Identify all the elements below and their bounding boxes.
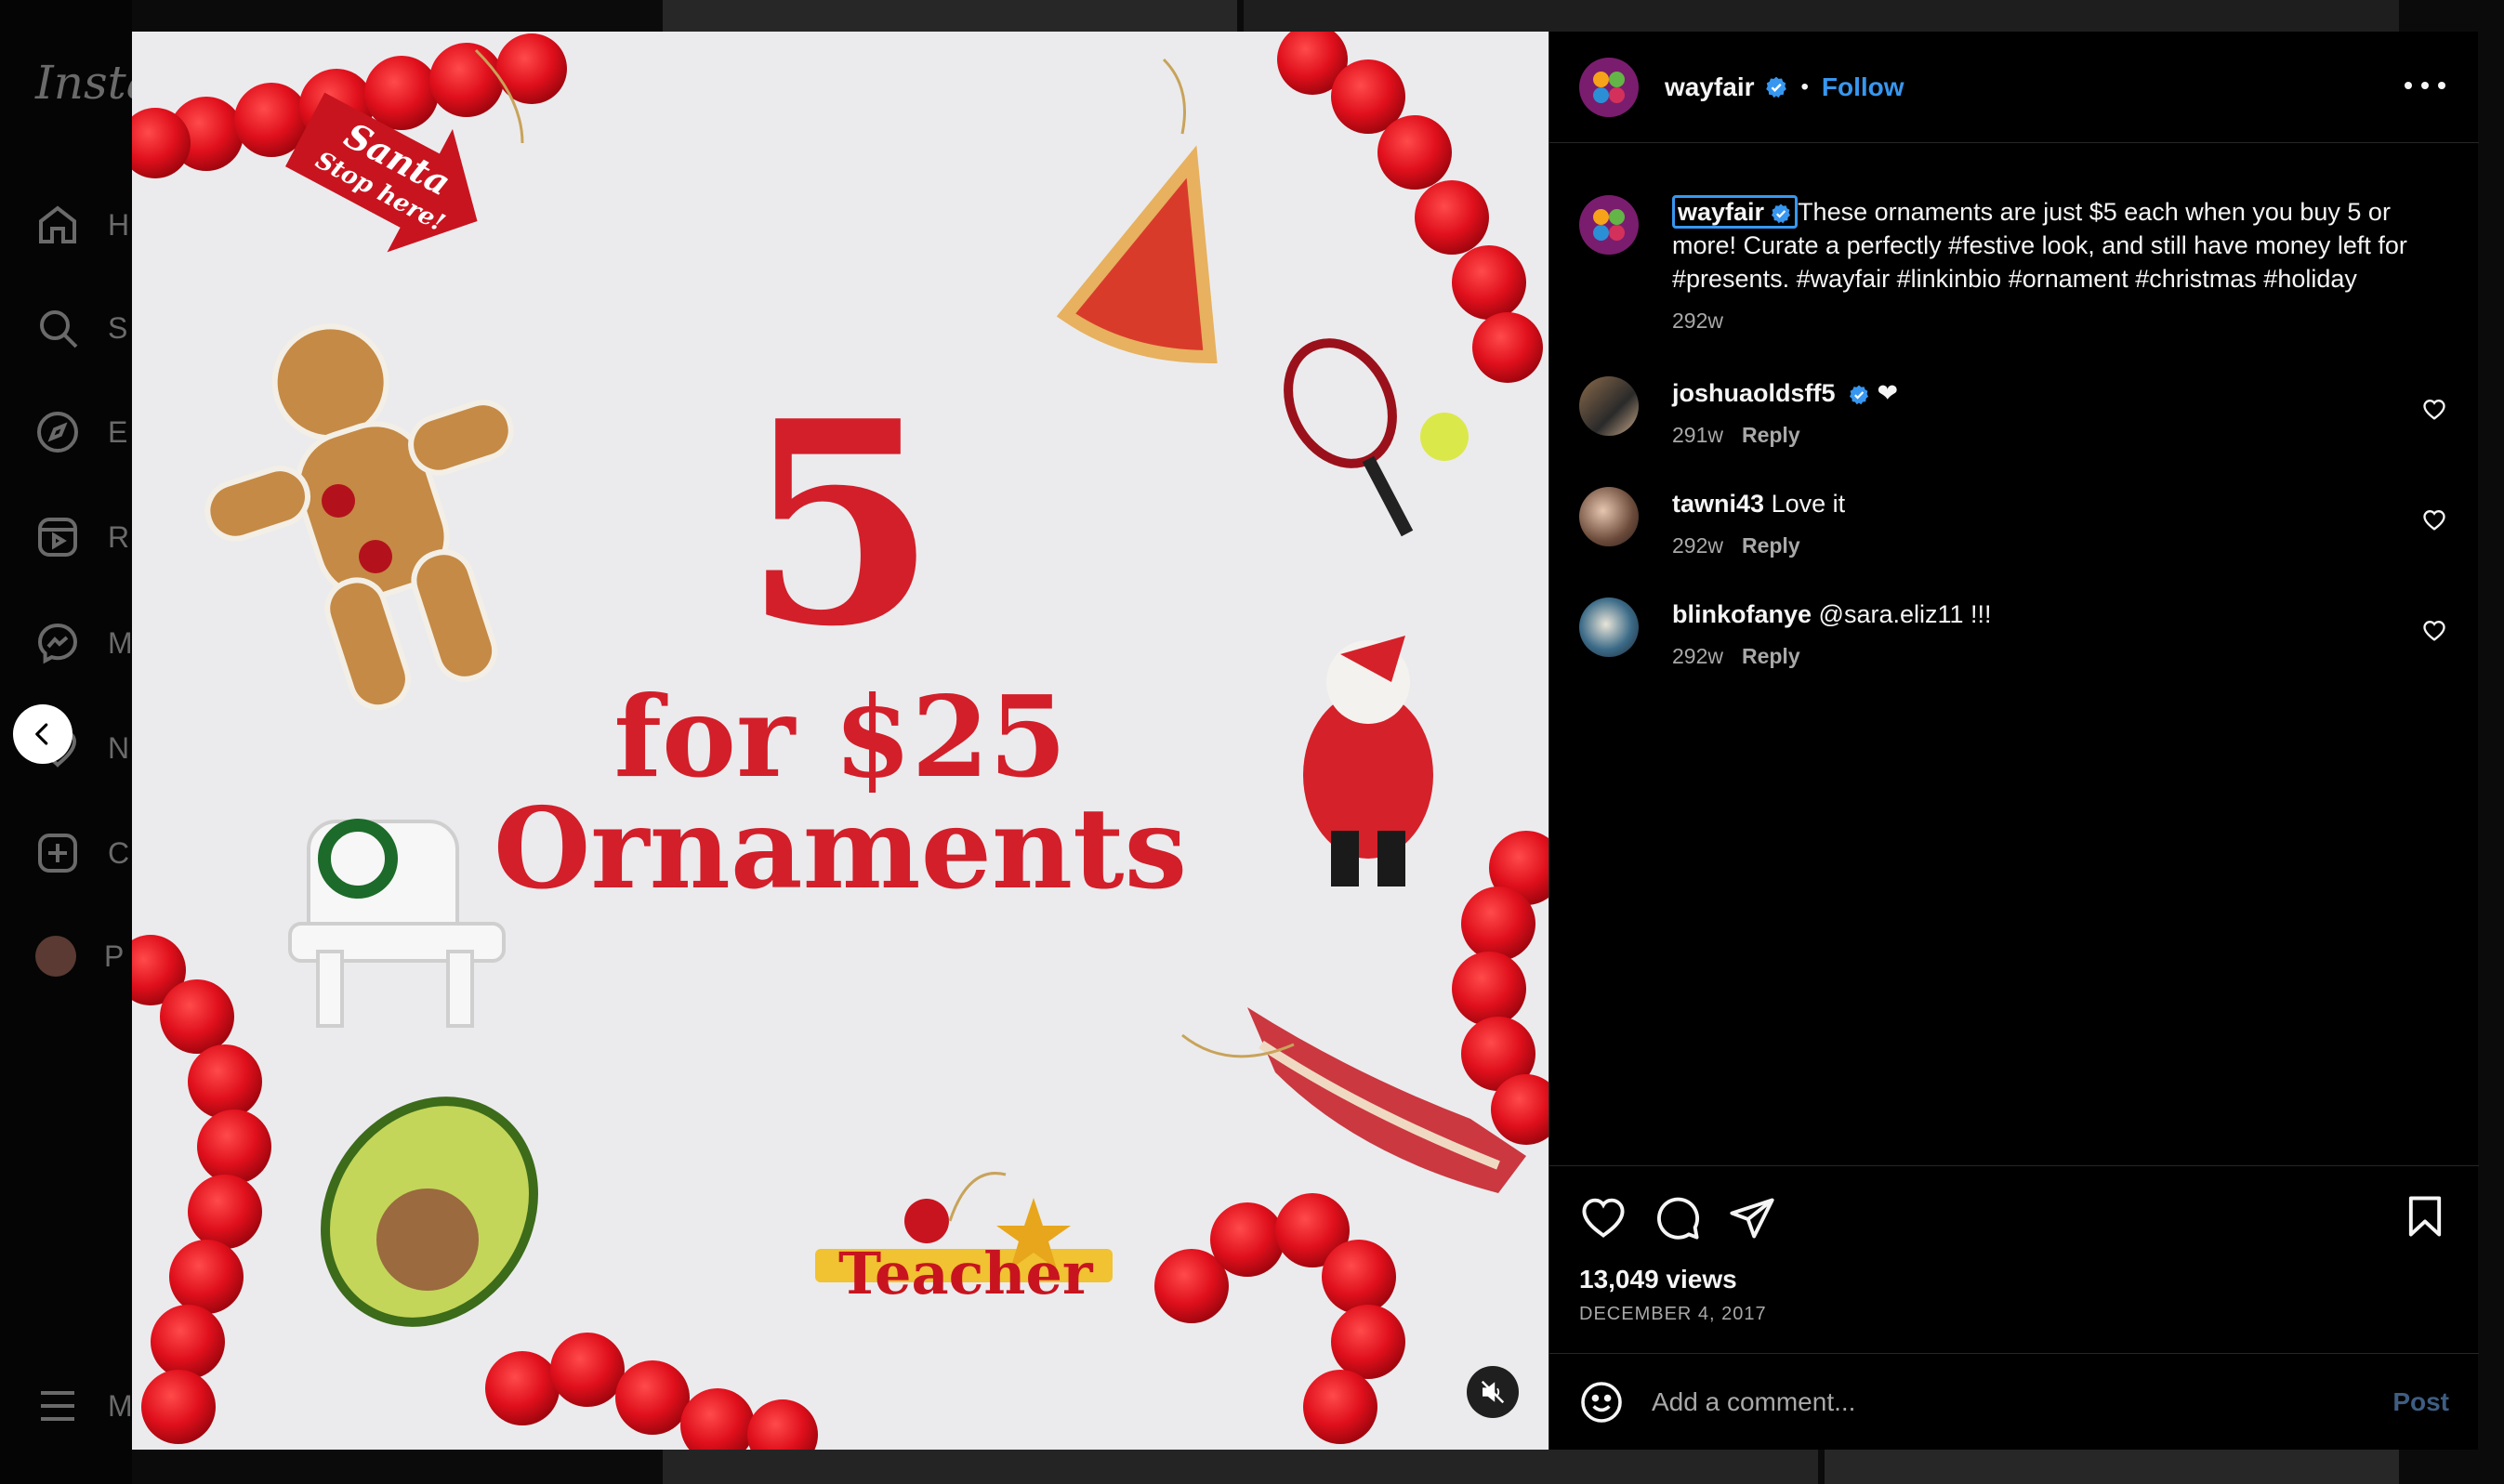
search-icon (40, 310, 78, 348)
comment-age: 292w (1672, 644, 1723, 668)
more-options-button[interactable] (2405, 74, 2445, 97)
like-comment-heart-icon[interactable] (2421, 397, 2447, 423)
sidebar-item-label: H (108, 207, 130, 242)
post-modal: Santa Stop here! Teacher 5 for $25 Ornam… (132, 32, 2479, 1450)
sidebar-item-label: R (108, 519, 130, 554)
views-count[interactable]: 13,049 views (1579, 1265, 2449, 1294)
bookmark-save-icon[interactable] (2401, 1192, 2449, 1241)
separator-dot: • (1800, 73, 1809, 99)
comment-item: blinkofanye @sara.eliz11 !!! 292w Reply (1579, 598, 2453, 669)
teacher-ornament-text: Teacher (838, 1240, 1093, 1307)
sidebar-item-label: E (108, 414, 128, 449)
create-icon (38, 834, 77, 873)
commenter-username[interactable]: joshuaoldsff5 (1672, 379, 1836, 407)
sidebar-item-label: M (108, 625, 133, 660)
comment-age: 292w (1672, 533, 1723, 558)
caption-author-avatar[interactable] (1579, 195, 1639, 255)
caption: wayfair These ornaments are just $5 each … (1579, 195, 2453, 334)
promo-number: 5 (743, 360, 938, 688)
dot-icon (2438, 82, 2445, 89)
sidebar-item-explore[interactable]: E (35, 409, 128, 455)
post-date: DECEMBER 4, 2017 (1579, 1304, 1767, 1324)
previous-post-button[interactable] (13, 704, 72, 764)
post-media[interactable]: Santa Stop here! Teacher 5 for $25 Ornam… (132, 32, 1549, 1450)
verified-badge-icon (1772, 204, 1791, 224)
comment-input[interactable] (1652, 1386, 2393, 1417)
sidebar-item-more[interactable]: M (35, 1383, 133, 1429)
mute-button[interactable] (1467, 1366, 1519, 1418)
comment-text: Love it (1771, 490, 1846, 518)
reply-button[interactable]: Reply (1742, 423, 1800, 447)
dot-icon (2405, 82, 2412, 89)
sidebar-item-search[interactable]: S (35, 305, 128, 351)
feed-background-tile (1825, 1450, 2399, 1484)
profile-avatar (35, 936, 76, 977)
comment-item: joshuaoldsff5 ❤ 291w Reply (1579, 376, 2453, 448)
author-avatar[interactable] (1579, 57, 1639, 117)
reply-button[interactable]: Reply (1742, 533, 1800, 558)
caption-username[interactable]: wayfair (1672, 195, 1799, 229)
like-comment-heart-icon[interactable] (2421, 507, 2447, 533)
sidebar-item-reels[interactable]: R (35, 514, 130, 560)
sidebar-item-home[interactable]: H (35, 202, 130, 248)
messenger-icon (37, 623, 78, 664)
chevron-left-icon (35, 723, 48, 745)
menu-icon (41, 1391, 74, 1421)
sidebar-item-label: P (104, 939, 125, 973)
share-paper-plane-icon[interactable] (1728, 1194, 1776, 1242)
comments-list: wayfair These ornaments are just $5 each … (1579, 171, 2453, 669)
sidebar-item-label: N (108, 730, 130, 765)
comment-item: tawni43 Love it 292w Reply (1579, 487, 2453, 558)
comment-text: ❤ (1877, 379, 1899, 407)
dot-icon (2421, 82, 2429, 89)
author-username[interactable]: wayfair (1665, 72, 1755, 102)
sidebar-item-label: S (108, 310, 128, 345)
post-details-panel: wayfair • Follow wayfair These ornaments … (1549, 32, 2479, 1450)
like-heart-icon[interactable] (1579, 1194, 1628, 1242)
post-actions: 13,049 views DECEMBER 4, 2017 (1549, 1165, 2479, 1375)
sidebar-item-profile[interactable]: P (35, 933, 128, 979)
muted-speaker-icon (1481, 1380, 1505, 1404)
caption-age: 292w (1672, 309, 1723, 333)
sidebar-item-create[interactable]: C (35, 830, 130, 876)
reply-button[interactable]: Reply (1742, 644, 1800, 668)
promo-product: Ornaments (493, 783, 1188, 914)
comment-composer: Post (1549, 1353, 2479, 1450)
sidebar-item-messages[interactable]: M (35, 620, 133, 666)
feed-background-tile (663, 1450, 1818, 1484)
comment-bubble-icon[interactable] (1654, 1194, 1702, 1242)
commenter-username[interactable]: tawni43 (1672, 490, 1764, 518)
follow-button[interactable]: Follow (1822, 72, 1904, 102)
commenter-username[interactable]: blinkofanye (1672, 600, 1812, 628)
post-header: wayfair • Follow (1549, 32, 2479, 143)
commenter-avatar[interactable] (1579, 487, 1639, 546)
post-comment-button[interactable]: Post (2392, 1387, 2449, 1417)
home-icon (39, 205, 76, 243)
verified-badge-icon (1765, 76, 1786, 98)
sidebar-item-label: M (108, 1388, 133, 1423)
promo-text: 5 for $25 Ornaments (132, 385, 1549, 905)
reels-icon (38, 518, 77, 557)
explore-icon (37, 412, 78, 453)
commenter-avatar[interactable] (1579, 376, 1639, 436)
emoji-smiley-icon[interactable] (1579, 1380, 1624, 1425)
verified-badge-icon (1850, 385, 1869, 405)
like-comment-heart-icon[interactable] (2421, 618, 2447, 644)
comment-age: 291w (1672, 423, 1723, 447)
commenter-avatar[interactable] (1579, 598, 1639, 657)
feed-background-tile (663, 0, 1237, 32)
promo-price: for $25 (613, 672, 1067, 803)
sidebar-item-label: C (108, 835, 130, 870)
feed-background-tile (1244, 0, 2399, 32)
comment-text: @sara.eliz11 !!! (1818, 600, 1992, 628)
